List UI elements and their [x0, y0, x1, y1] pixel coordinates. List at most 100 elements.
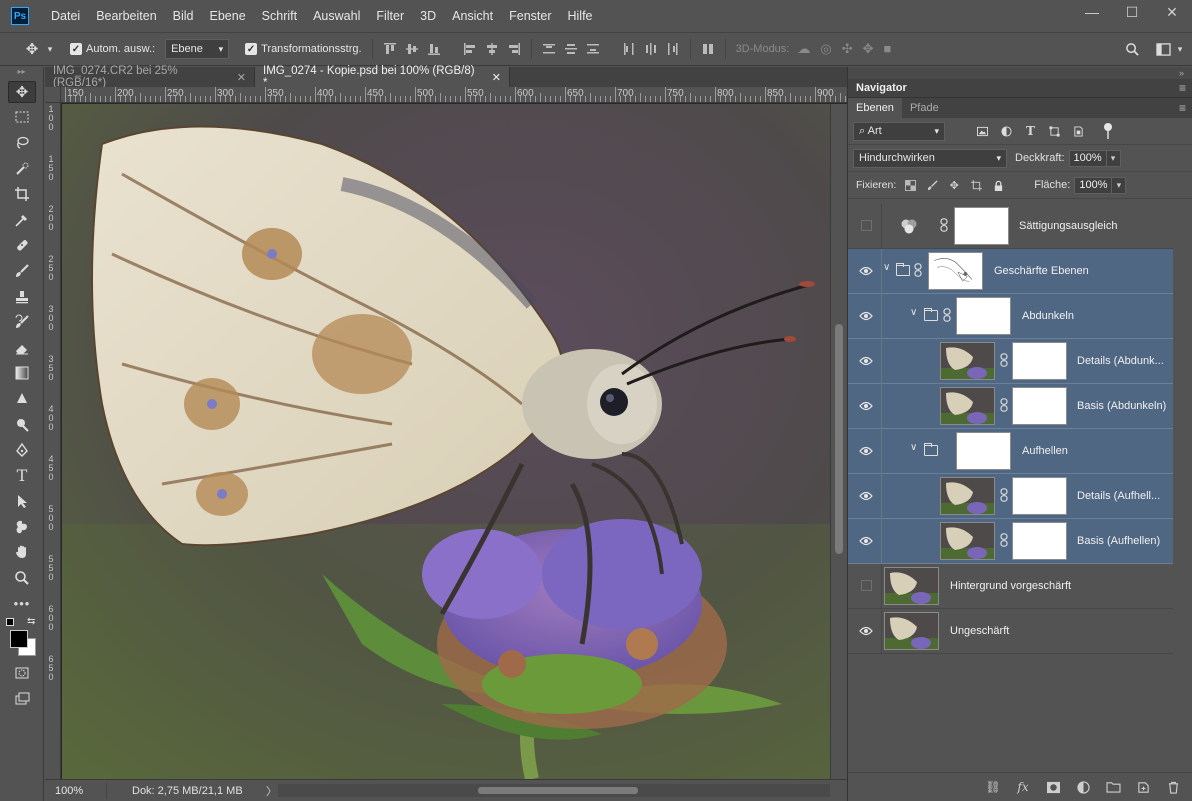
- link-icon[interactable]: [1000, 533, 1008, 547]
- align-hcenter-icon[interactable]: [485, 42, 499, 56]
- align-top-icon[interactable]: [383, 42, 397, 56]
- blend-mode-dropdown[interactable]: Hindurchwirken ▾: [853, 148, 1007, 168]
- menu-filter[interactable]: Filter: [368, 0, 412, 32]
- align-right-icon[interactable]: [507, 42, 521, 56]
- panel-menu-icon[interactable]: ≡: [1179, 81, 1186, 95]
- history-brush-tool[interactable]: [0, 309, 44, 335]
- lasso-tool[interactable]: [0, 130, 44, 156]
- layer-basis-aufhellen[interactable]: Basis (Aufhellen): [848, 519, 1173, 564]
- blur-tool[interactable]: [0, 386, 44, 412]
- distribute-bottom-icon[interactable]: [586, 42, 600, 56]
- dodge-tool[interactable]: [0, 412, 44, 438]
- layer-name[interactable]: Sättigungsausgleich: [1019, 220, 1117, 232]
- lock-all-icon[interactable]: [992, 179, 1004, 191]
- layer-thumbnail[interactable]: [940, 387, 995, 425]
- 3d-slide-icon[interactable]: ✥: [863, 41, 874, 57]
- path-selection-tool[interactable]: [0, 489, 44, 515]
- panel-grip-icon[interactable]: ▸▸: [0, 67, 43, 79]
- close-window-button[interactable]: ✕: [1152, 0, 1192, 24]
- layer-name[interactable]: Geschärfte Ebenen: [994, 265, 1089, 277]
- menu-fenster[interactable]: Fenster: [501, 0, 559, 32]
- ruler-origin[interactable]: [45, 87, 61, 103]
- eye-icon[interactable]: [859, 399, 873, 413]
- layer-thumbnail[interactable]: [884, 612, 939, 650]
- pen-tool[interactable]: [0, 437, 44, 463]
- healing-brush-tool[interactable]: [0, 233, 44, 259]
- layer-geschaerfte-ebenen[interactable]: ∨ Geschärfte Ebenen: [848, 249, 1173, 294]
- status-menu-arrow-icon[interactable]: 〉: [266, 783, 277, 799]
- add-mask-icon[interactable]: [1045, 779, 1061, 795]
- eyedropper-tool[interactable]: [0, 207, 44, 233]
- distribute-vcenter-icon[interactable]: [564, 42, 578, 56]
- distribute-right-icon[interactable]: [666, 42, 680, 56]
- chevron-down-icon[interactable]: ▾: [44, 44, 56, 55]
- lock-position-icon[interactable]: ✥: [948, 179, 960, 192]
- horizontal-ruler[interactable]: 150 200 250 300 350 400 450 500 550 600 650 700 750 8…: [61, 87, 847, 103]
- image-canvas[interactable]: [62, 104, 830, 779]
- auto-select-checkbox[interactable]: ✓: [70, 43, 82, 55]
- horizontal-scroll-thumb[interactable]: [478, 787, 638, 794]
- tab-raw-document[interactable]: IMG_0274.CR2 bei 25% (RGB/16*) ✕: [45, 65, 255, 89]
- distribute-hcenter-icon[interactable]: [644, 42, 658, 56]
- layer-saettigungsausgleich[interactable]: Sättigungsausgleich: [848, 204, 1173, 249]
- 3d-orbit-icon[interactable]: ☁: [797, 41, 810, 57]
- layer-mask-thumbnail[interactable]: [956, 297, 1011, 335]
- 3d-scale-icon[interactable]: ■: [884, 41, 892, 57]
- layer-name[interactable]: Basis (Aufhellen): [1077, 535, 1160, 547]
- quick-mask-tool[interactable]: [0, 660, 44, 686]
- custom-shape-tool[interactable]: [0, 514, 44, 540]
- brush-tool[interactable]: [0, 258, 44, 284]
- layer-thumbnail[interactable]: [940, 477, 995, 515]
- align-left-icon[interactable]: [463, 42, 477, 56]
- layer-mask-thumbnail[interactable]: [1012, 342, 1067, 380]
- distribute-left-icon[interactable]: [622, 42, 636, 56]
- new-group-icon[interactable]: [1105, 779, 1121, 795]
- close-tab-icon[interactable]: ✕: [492, 71, 501, 84]
- clone-stamp-tool[interactable]: [0, 284, 44, 310]
- tab-pfade[interactable]: Pfade: [902, 98, 947, 118]
- layer-mask-thumbnail[interactable]: [954, 207, 1009, 245]
- search-icon[interactable]: [1120, 42, 1144, 57]
- fill-dropdown-icon[interactable]: ▾: [1112, 176, 1127, 194]
- opacity-input[interactable]: 100%: [1068, 149, 1107, 167]
- move-tool[interactable]: ✥: [0, 79, 44, 105]
- tab-ebenen[interactable]: Ebenen: [848, 98, 902, 118]
- vertical-scrollbar[interactable]: [830, 104, 847, 779]
- transform-controls-checkbox[interactable]: ✓: [245, 43, 258, 55]
- layer-hintergrund-vorgeschaerft[interactable]: Hintergrund vorgeschärft: [848, 564, 1173, 609]
- menu-ansicht[interactable]: Ansicht: [444, 0, 501, 32]
- layer-aufhellen[interactable]: ∨ Aufhellen: [848, 429, 1173, 474]
- lock-artboard-icon[interactable]: [970, 179, 982, 191]
- lock-transparency-icon[interactable]: [904, 179, 916, 191]
- vertical-ruler[interactable]: 100150200250300350400450500550600650: [45, 103, 61, 779]
- collapse-icon[interactable]: »: [1179, 68, 1184, 78]
- pixel-filter-icon[interactable]: [977, 126, 988, 137]
- layer-basis-abdunkeln[interactable]: Basis (Abdunkeln): [848, 384, 1173, 429]
- visibility-toggle-off[interactable]: [861, 220, 872, 231]
- hand-tool[interactable]: [0, 540, 44, 566]
- menu-auswahl[interactable]: Auswahl: [305, 0, 368, 32]
- opacity-dropdown-icon[interactable]: ▾: [1106, 149, 1121, 167]
- zoom-tool[interactable]: [0, 565, 44, 591]
- quick-selection-tool[interactable]: [0, 156, 44, 182]
- layer-thumbnail[interactable]: [884, 567, 939, 605]
- adjustment-filter-icon[interactable]: [1001, 125, 1012, 137]
- eye-icon[interactable]: [859, 489, 873, 503]
- navigator-panel-header[interactable]: Navigator ≡: [848, 79, 1192, 98]
- trash-icon[interactable]: [1165, 779, 1181, 795]
- link-icon[interactable]: [1000, 398, 1008, 412]
- eraser-tool[interactable]: [0, 335, 44, 361]
- layer-thumbnail[interactable]: [940, 342, 995, 380]
- layer-mask-thumbnail[interactable]: [1012, 477, 1067, 515]
- link-icon[interactable]: [1000, 353, 1008, 367]
- layer-name[interactable]: Details (Aufhell...: [1077, 490, 1160, 502]
- navigator-title[interactable]: Navigator: [856, 82, 907, 94]
- menu-ebene[interactable]: Ebene: [202, 0, 254, 32]
- layer-name[interactable]: Aufhellen: [1022, 445, 1068, 457]
- foreground-color[interactable]: [10, 630, 28, 649]
- workspace-icon[interactable]: [1152, 42, 1174, 56]
- tab-psd-document[interactable]: IMG_0274 - Kopie.psd bei 100% (RGB/8) * …: [255, 65, 510, 89]
- layer-filter-dropdown[interactable]: ⌕ Art ▾: [853, 121, 945, 141]
- new-adjustment-layer-icon[interactable]: [1075, 779, 1091, 795]
- layer-details-aufhellen[interactable]: Details (Aufhell...: [848, 474, 1173, 519]
